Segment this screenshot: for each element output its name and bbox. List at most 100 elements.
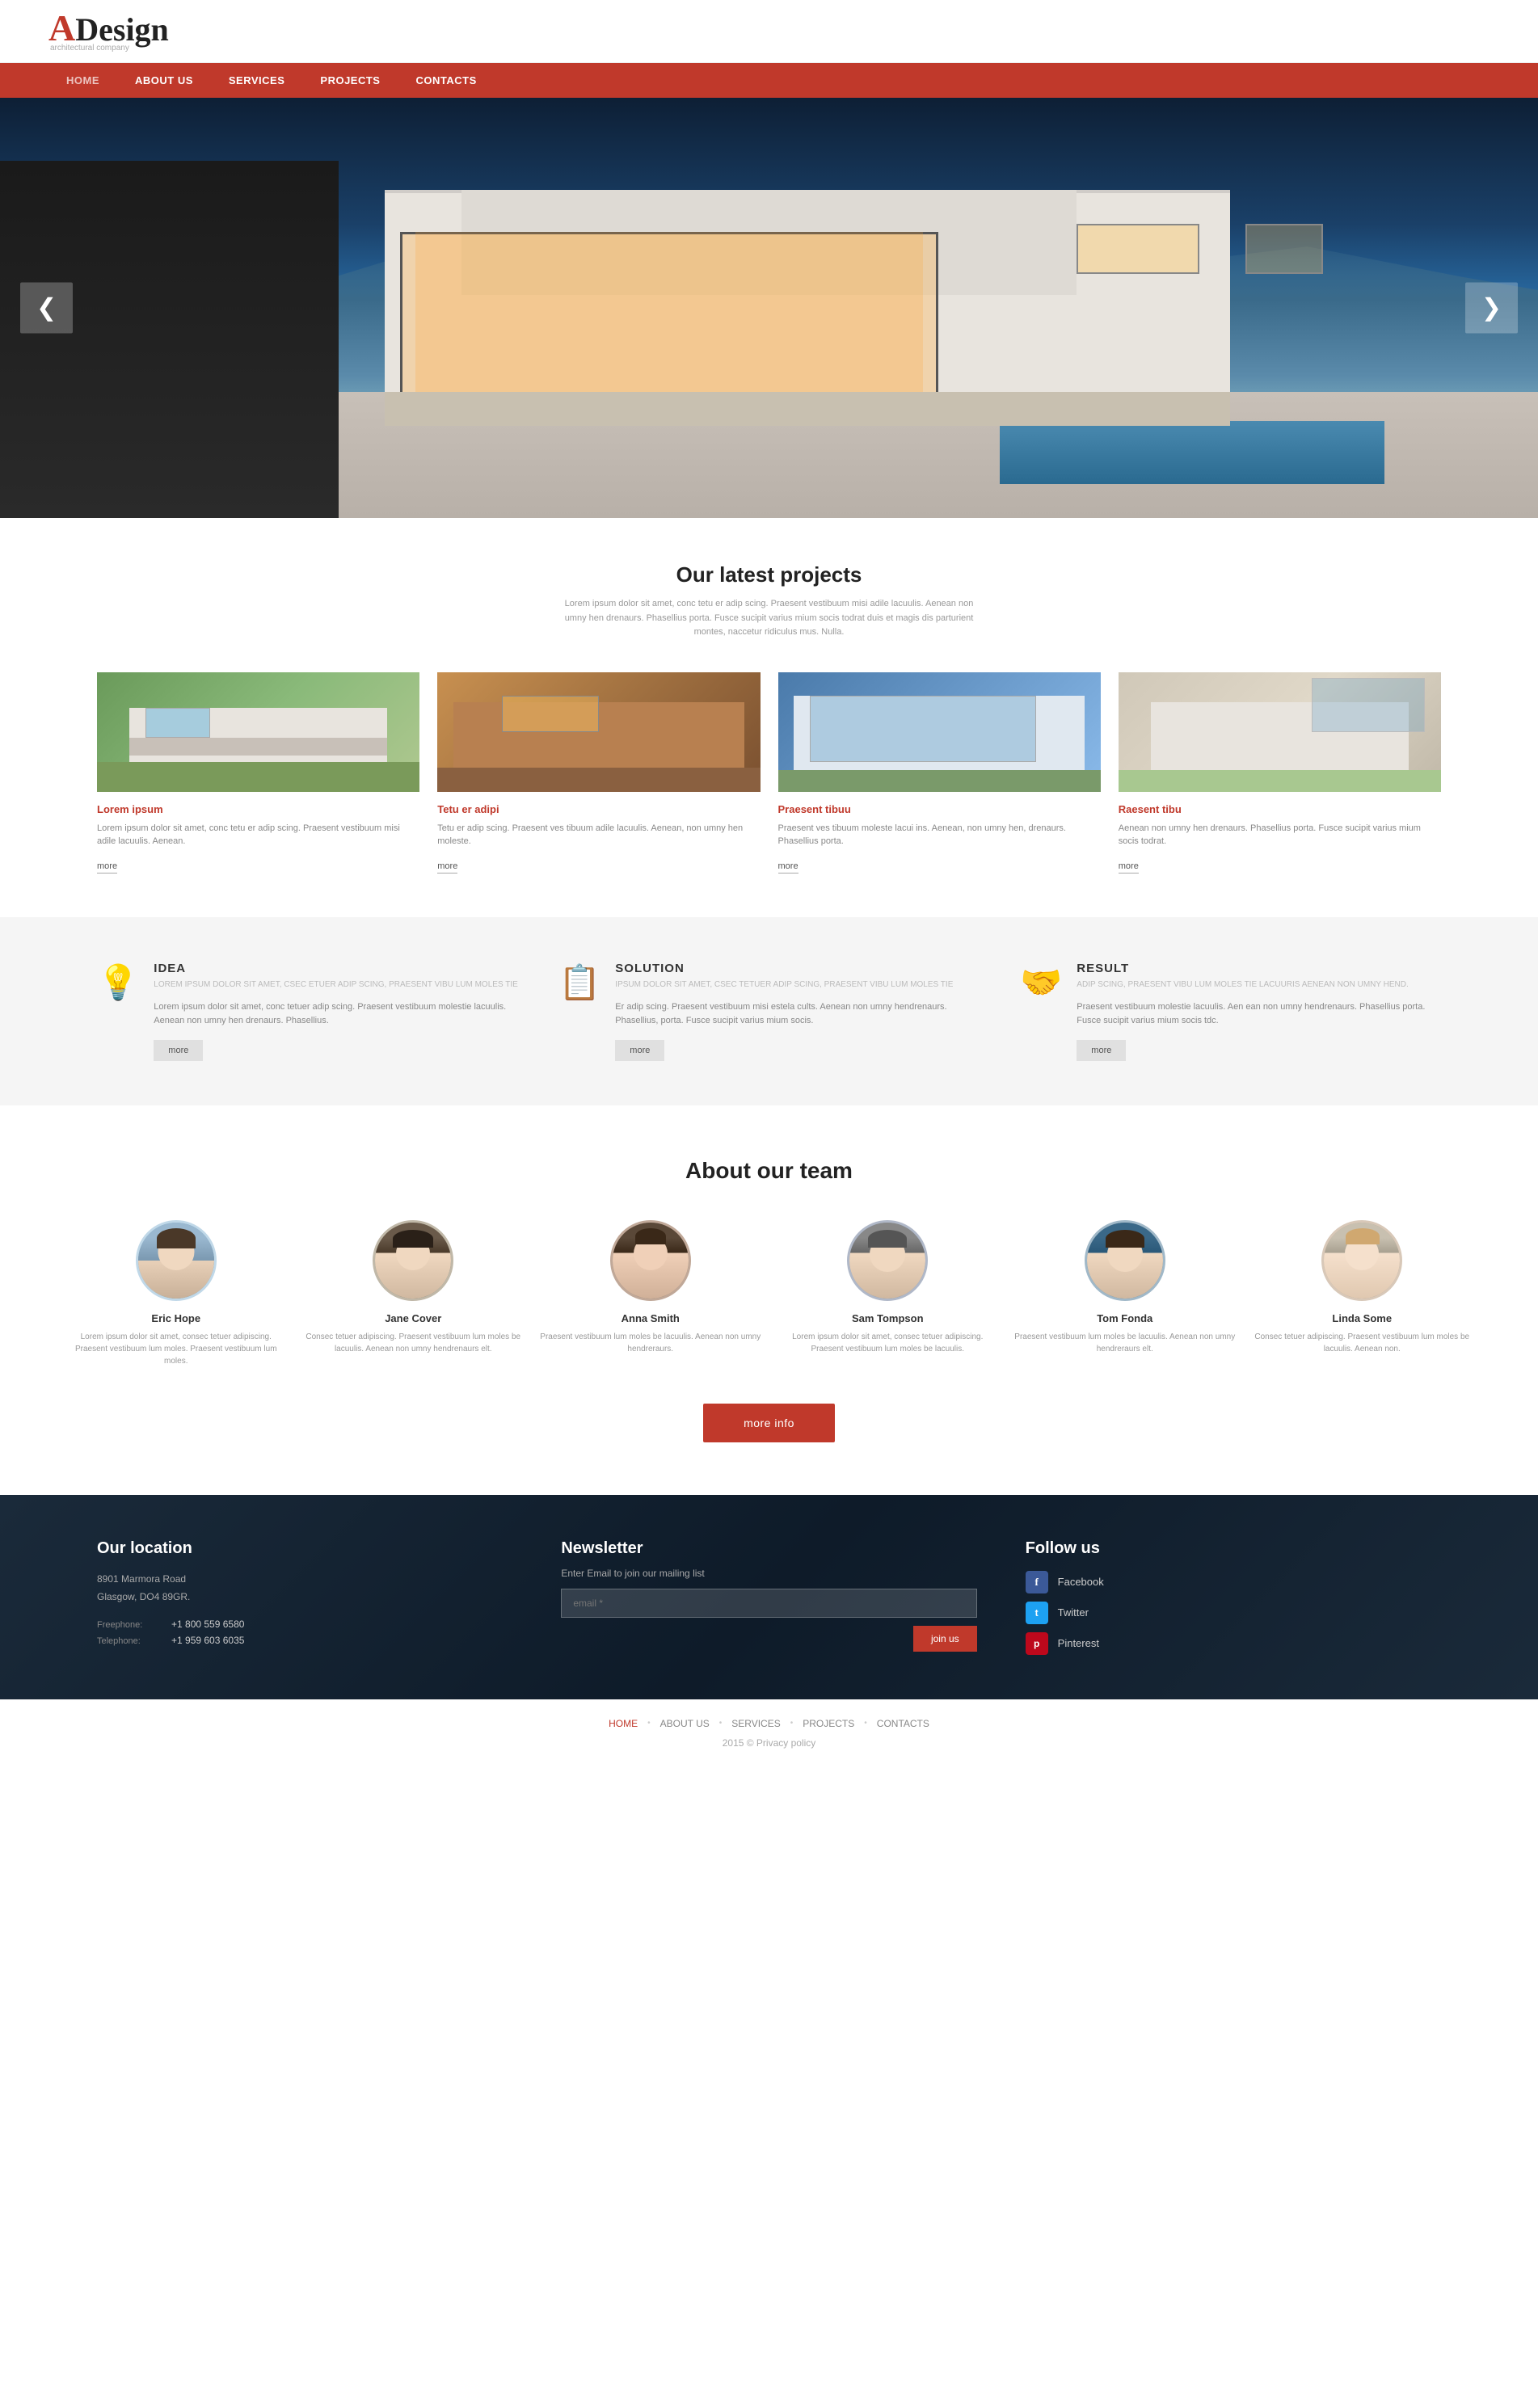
idea-title-idea: IDEA (154, 962, 518, 975)
latest-projects-title: Our latest projects (97, 562, 1441, 587)
pinterest-icon: p (1026, 1632, 1048, 1655)
idea-content-result: RESULT ADIP SCING, PRAESENT VIBU LUM MOL… (1077, 962, 1441, 1061)
team-avatar-5 (1085, 1220, 1165, 1301)
logo-a: A (48, 10, 75, 47)
footer-nav-services[interactable]: SERVICES (731, 1718, 780, 1729)
project-card-4: Raesent tibu Aenean non umny hen drenaur… (1119, 672, 1441, 873)
hero-window-2 (1245, 224, 1322, 274)
logo-design: Design (75, 14, 169, 46)
newsletter-join-button[interactable]: join us (913, 1626, 977, 1652)
footer-nav-home[interactable]: HOME (609, 1718, 638, 1729)
facebook-label: Facebook (1058, 1576, 1104, 1588)
footer-nav-sep-1: • (647, 1719, 651, 1728)
team-text-4: Lorem ipsum dolor sit amet, consec tetue… (777, 1331, 1000, 1355)
idea-col-idea: 💡 IDEA LOREM IPSUM DOLOR SIT AMET, CSEC … (97, 962, 518, 1061)
footer-freephone-row: Freephone: +1 800 559 6580 (97, 1619, 512, 1630)
footer-nav-about[interactable]: ABOUT US (660, 1718, 710, 1729)
idea-content-idea: IDEA LOREM IPSUM DOLOR SIT AMET, CSEC ET… (154, 962, 518, 1061)
more-info-button[interactable]: more info (703, 1404, 835, 1442)
footer-bottom: HOME • ABOUT US • SERVICES • PROJECTS • … (0, 1699, 1538, 1766)
footer-location-col: Our location 8901 Marmora RoadGlasgow, D… (97, 1539, 512, 1655)
project-card-2: Tetu er adipi Tetu er adip scing. Praese… (437, 672, 760, 873)
idea-icon-bulb: 💡 (97, 963, 139, 1061)
team-member-6: Linda Some Consec tetuer adipiscing. Pra… (1251, 1220, 1474, 1367)
nav-link-projects[interactable]: PROJECTS (302, 63, 398, 98)
team-member-3: Anna Smith Praesent vestibuum lum moles … (539, 1220, 762, 1367)
footer-nav-contacts[interactable]: CONTACTS (877, 1718, 929, 1729)
team-name-6: Linda Some (1251, 1312, 1474, 1324)
footer-telephone-label: Telephone: (97, 1636, 162, 1646)
nav-item-projects[interactable]: PROJECTS (302, 63, 398, 98)
project-image-4 (1119, 672, 1441, 792)
footer-nav-sep-2: • (719, 1719, 723, 1728)
project-image-3 (778, 672, 1101, 792)
social-pinterest-item[interactable]: p Pinterest (1026, 1632, 1441, 1655)
project-title-1: Lorem ipsum (97, 803, 419, 815)
project-image-2 (437, 672, 760, 792)
team-text-6: Consec tetuer adipiscing. Praesent vesti… (1251, 1331, 1474, 1355)
team-avatar-6 (1321, 1220, 1402, 1301)
idea-more-btn-idea[interactable]: more (154, 1040, 203, 1061)
nav-item-contacts[interactable]: CONTACTS (398, 63, 494, 98)
idea-icon-handshake: 🤝 (1020, 963, 1062, 1061)
idea-subtitle-solution: IPSUM DOLOR SIT AMET, CSEC TETUER ADIP S… (615, 979, 980, 991)
hero-slider: ❮ ❯ (0, 98, 1538, 518)
newsletter-email-input[interactable] (561, 1589, 976, 1618)
footer-nav-sep-4: • (864, 1719, 867, 1728)
nav-link-about[interactable]: ABOUT US (117, 63, 211, 98)
project-text-1: Lorem ipsum dolor sit amet, conc tetu er… (97, 822, 419, 848)
footer-telephone-value: +1 959 603 6035 (171, 1635, 244, 1646)
social-twitter-item[interactable]: t Twitter (1026, 1602, 1441, 1624)
header: A Design architectural company (0, 0, 1538, 63)
team-name-5: Tom Fonda (1013, 1312, 1237, 1324)
idea-subtitle-result: ADIP SCING, PRAESENT VIBU LUM MOLES TIE … (1077, 979, 1441, 991)
footer-bottom-nav: HOME • ABOUT US • SERVICES • PROJECTS • … (18, 1718, 1520, 1729)
team-section: About our team Eric Hope Lorem ipsum dol… (0, 1105, 1538, 1495)
project-card-3: Praesent tibuu Praesent ves tibuum moles… (778, 672, 1101, 873)
idea-title-result: RESULT (1077, 962, 1441, 975)
nav-link-home[interactable]: HOME (48, 63, 117, 98)
footer-address: 8901 Marmora RoadGlasgow, DO4 89GR. (97, 1571, 512, 1606)
nav-link-contacts[interactable]: CONTACTS (398, 63, 494, 98)
twitter-icon: t (1026, 1602, 1048, 1624)
project-text-4: Aenean non umny hen drenaurs. Phasellius… (1119, 822, 1441, 848)
idea-col-solution: 📋 SOLUTION IPSUM DOLOR SIT AMET, CSEC TE… (558, 962, 980, 1061)
idea-more-btn-result[interactable]: more (1077, 1040, 1126, 1061)
footer-location-title: Our location (97, 1539, 512, 1558)
nav-item-services[interactable]: SERVICES (211, 63, 303, 98)
team-member-4: Sam Tompson Lorem ipsum dolor sit amet, … (777, 1220, 1000, 1367)
project-text-2: Tetu er adip scing. Praesent ves tibuum … (437, 822, 760, 848)
pinterest-label: Pinterest (1058, 1637, 1099, 1649)
idea-content-solution: SOLUTION IPSUM DOLOR SIT AMET, CSEC TETU… (615, 962, 980, 1061)
logo-tagline: architectural company (50, 44, 169, 53)
latest-projects-section: Our latest projects Lorem ipsum dolor si… (0, 518, 1538, 917)
nav-item-home[interactable]: HOME (48, 63, 117, 98)
project-more-link-2[interactable]: more (437, 861, 457, 874)
team-avatar-1 (136, 1220, 217, 1301)
hero-prev-button[interactable]: ❮ (20, 283, 73, 334)
team-avatar-2 (373, 1220, 453, 1301)
team-text-3: Praesent vestibuum lum moles be lacuulis… (539, 1331, 762, 1355)
footer-nav-projects[interactable]: PROJECTS (803, 1718, 854, 1729)
idea-more-btn-solution[interactable]: more (615, 1040, 664, 1061)
project-title-3: Praesent tibuu (778, 803, 1101, 815)
team-text-1: Lorem ipsum dolor sit amet, consec tetue… (65, 1331, 288, 1367)
social-facebook-item[interactable]: f Facebook (1026, 1571, 1441, 1593)
main-nav: HOME ABOUT US SERVICES PROJECTS CONTACTS (0, 63, 1538, 98)
nav-item-about[interactable]: ABOUT US (117, 63, 211, 98)
project-more-link-3[interactable]: more (778, 861, 798, 874)
footer-main: Our location 8901 Marmora RoadGlasgow, D… (0, 1495, 1538, 1699)
nav-link-services[interactable]: SERVICES (211, 63, 303, 98)
project-more-link-1[interactable]: more (97, 861, 117, 874)
team-name-3: Anna Smith (539, 1312, 762, 1324)
hero-deck (385, 392, 1231, 426)
footer-freephone-value: +1 800 559 6580 (171, 1619, 244, 1630)
logo[interactable]: A Design architectural company (48, 10, 169, 53)
projects-grid: Lorem ipsum Lorem ipsum dolor sit amet, … (97, 672, 1441, 873)
footer-telephone-row: Telephone: +1 959 603 6035 (97, 1635, 512, 1646)
project-more-link-4[interactable]: more (1119, 861, 1139, 874)
ideas-grid: 💡 IDEA LOREM IPSUM DOLOR SIT AMET, CSEC … (97, 962, 1441, 1061)
hero-next-button[interactable]: ❯ (1465, 283, 1518, 334)
idea-text-idea: Lorem ipsum dolor sit amet, conc tetuer … (154, 1000, 518, 1029)
project-title-2: Tetu er adipi (437, 803, 760, 815)
